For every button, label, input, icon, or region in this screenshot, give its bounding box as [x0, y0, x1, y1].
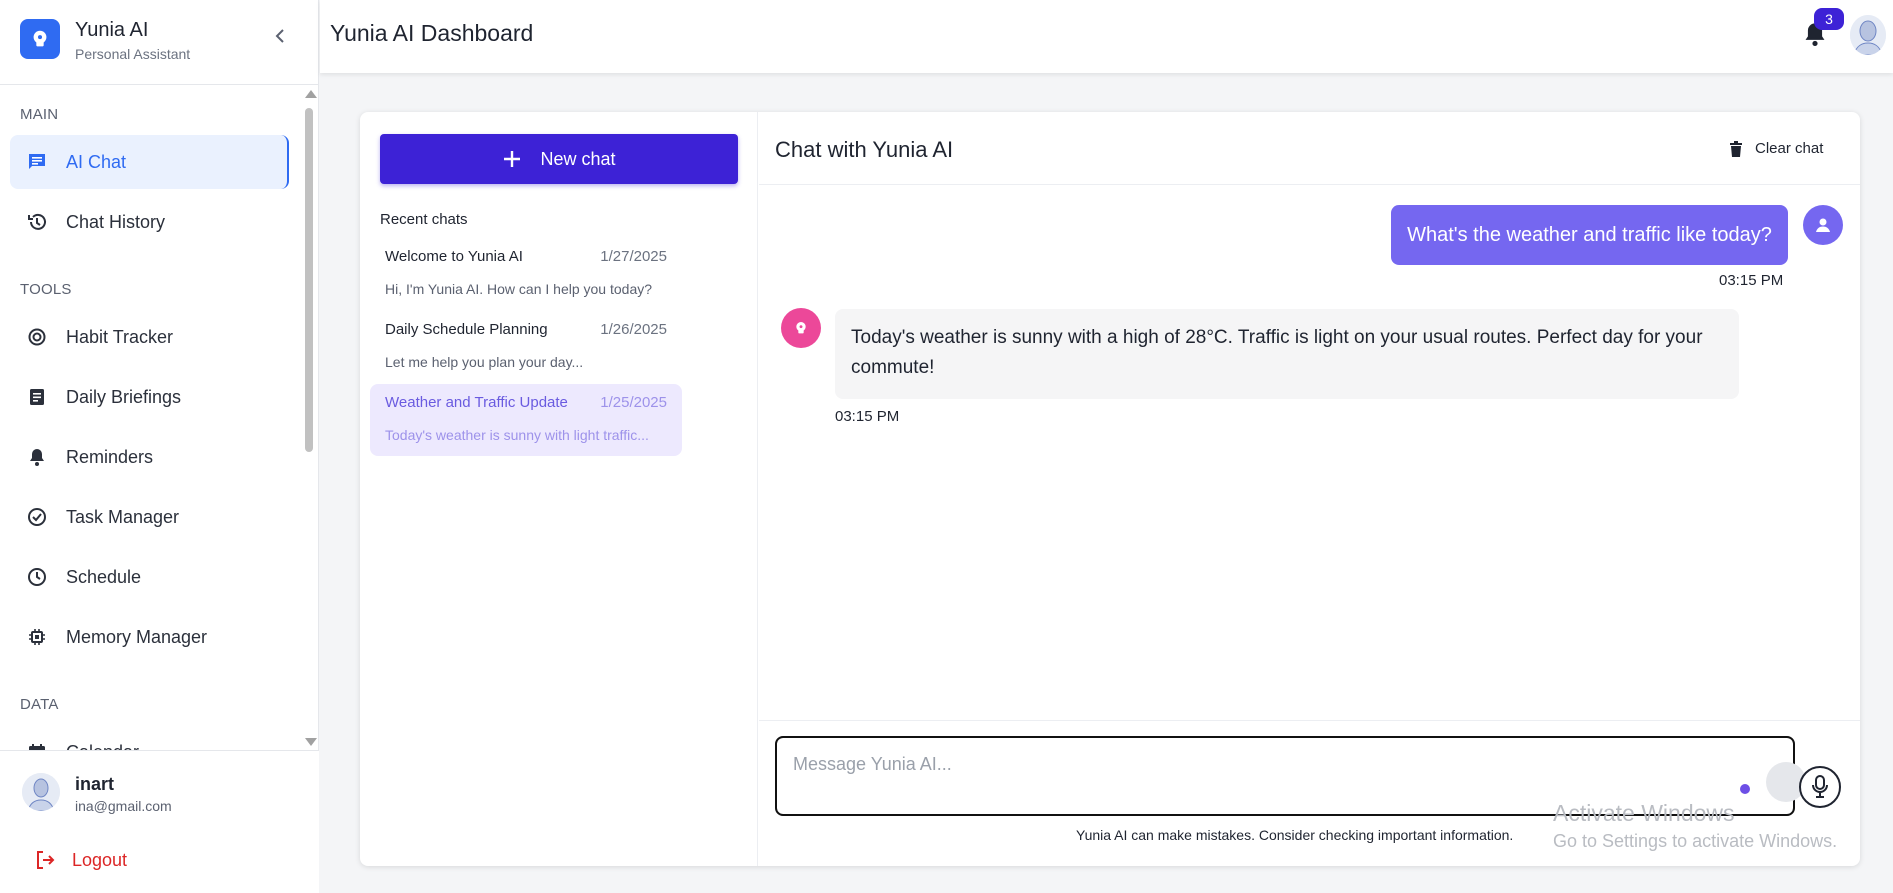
chat-item-date: 1/26/2025 — [600, 321, 667, 338]
sidebar-item-label: Memory Manager — [66, 626, 208, 647]
sidebar-item-label: Calendar — [66, 742, 139, 751]
sidebar-nav: MAIN AI Chat Chat History TOOLS Habit Tr… — [0, 86, 319, 750]
chat-card: New chat Recent chats Welcome to Yunia A… — [360, 112, 1860, 866]
chat-item-date: 1/25/2025 — [600, 394, 667, 411]
sidebar-item-label: Chat History — [66, 211, 166, 232]
disclaimer-text: Yunia AI can make mistakes. Consider che… — [1076, 827, 1514, 843]
section-title-main: MAIN — [20, 106, 59, 123]
watermark-title: Activate Windows — [1553, 800, 1735, 826]
logout-icon — [37, 851, 55, 869]
chip-icon — [26, 626, 48, 648]
brand-name: Yunia AI — [75, 19, 149, 41]
user-email: ina@gmail.com — [75, 798, 172, 814]
brand-logo-icon — [20, 19, 60, 59]
new-chat-label: New chat — [540, 148, 616, 169]
scrollbar-thumb[interactable] — [305, 108, 313, 452]
user-message-time: 03:15 PM — [1719, 272, 1784, 289]
sidebar-scrollbar[interactable] — [302, 88, 317, 748]
bell-icon — [26, 446, 48, 468]
sidebar-item-habit-tracker[interactable]: Habit Tracker — [10, 310, 289, 364]
sidebar-item-daily-briefings[interactable]: Daily Briefings — [10, 370, 289, 424]
typing-indicator — [1740, 784, 1750, 794]
sidebar-item-calendar[interactable]: Calendar — [10, 725, 289, 750]
sidebar-item-schedule[interactable]: Schedule — [10, 550, 289, 604]
notification-badge: 3 — [1814, 8, 1844, 30]
assistant-message-time: 03:15 PM — [835, 408, 900, 425]
chat-list-item-active[interactable]: Weather and Traffic Update 1/25/2025 Tod… — [370, 384, 682, 456]
calendar-icon — [26, 741, 48, 750]
recent-chats-title: Recent chats — [380, 211, 468, 228]
section-title-data: DATA — [20, 696, 59, 713]
chat-icon — [26, 151, 48, 173]
chat-item-preview: Today's weather is sunny with light traf… — [385, 427, 649, 443]
chevron-left-icon — [275, 29, 284, 43]
brand-header: Yunia AI Personal Assistant — [0, 0, 319, 85]
chat-item-preview: Hi, I'm Yunia AI. How can I help you tod… — [385, 281, 653, 297]
sidebar-item-label: Schedule — [66, 566, 142, 587]
conversation-header: Chat with Yunia AI Clear chat — [759, 112, 1860, 185]
chat-list-item[interactable]: Daily Schedule Planning 1/26/2025 Let me… — [370, 311, 682, 383]
scroll-up-icon[interactable] — [305, 90, 317, 98]
chat-list-item[interactable]: Welcome to Yunia AI 1/27/2025 Hi, I'm Yu… — [370, 238, 682, 310]
section-title-tools: TOOLS — [20, 281, 72, 298]
logout-button[interactable]: Logout — [34, 849, 127, 871]
logout-label: Logout — [72, 849, 128, 870]
user-message-bubble: What's the weather and traffic like toda… — [1391, 205, 1788, 265]
sidebar-item-label: Reminders — [66, 446, 154, 467]
page-title: Yunia AI Dashboard — [330, 20, 534, 46]
watermark-subtitle: Go to Settings to activate Windows. — [1553, 831, 1838, 851]
chat-item-title: Welcome to Yunia AI — [385, 248, 523, 265]
sidebar: Yunia AI Personal Assistant MAIN AI Chat… — [0, 0, 319, 893]
clear-chat-label: Clear chat — [1755, 140, 1824, 157]
avatar[interactable] — [1850, 15, 1886, 55]
sidebar-item-memory-manager[interactable]: Memory Manager — [10, 610, 289, 664]
clear-chat-button[interactable]: Clear chat — [1729, 140, 1823, 157]
chat-item-title: Weather and Traffic Update — [385, 394, 568, 411]
new-chat-button[interactable]: New chat — [380, 134, 738, 184]
chat-item-title: Daily Schedule Planning — [385, 321, 548, 338]
activation-watermark: Activate Windows Go to Settings to activ… — [1553, 800, 1837, 852]
chat-list-pane: New chat Recent chats Welcome to Yunia A… — [360, 112, 758, 866]
microphone-icon — [1812, 775, 1828, 798]
user-name: inart — [75, 774, 115, 794]
assistant-avatar-icon — [781, 308, 821, 348]
brand-subtitle: Personal Assistant — [75, 46, 191, 62]
conversation-pane: Chat with Yunia AI Clear chat What's the… — [759, 112, 1860, 866]
conversation-title: Chat with Yunia AI — [775, 137, 954, 162]
sidebar-item-label: Daily Briefings — [66, 386, 182, 407]
collapse-sidebar-button[interactable] — [268, 24, 292, 48]
sidebar-item-label: Task Manager — [66, 506, 180, 527]
sidebar-item-label: AI Chat — [66, 151, 127, 172]
sidebar-item-ai-chat[interactable]: AI Chat — [10, 135, 289, 189]
chat-item-date: 1/27/2025 — [600, 248, 667, 265]
avatar[interactable] — [22, 773, 60, 811]
sidebar-item-reminders[interactable]: Reminders — [10, 430, 289, 484]
document-icon — [26, 386, 48, 408]
plus-icon — [504, 151, 521, 167]
habit-icon — [26, 326, 48, 348]
user-avatar-icon — [1803, 205, 1843, 245]
top-bar: Yunia AI Dashboard 3 — [320, 0, 1893, 73]
check-circle-icon — [26, 506, 48, 528]
scroll-down-icon[interactable] — [305, 738, 317, 746]
chat-item-preview: Let me help you plan your day... — [385, 354, 584, 370]
history-icon — [26, 211, 48, 233]
sidebar-item-task-manager[interactable]: Task Manager — [10, 490, 289, 544]
clock-icon — [26, 566, 48, 588]
assistant-message-bubble: Today's weather is sunny with a high of … — [835, 309, 1739, 399]
user-profile: inart ina@gmail.com Logout — [0, 750, 319, 893]
sidebar-item-chat-history[interactable]: Chat History — [10, 195, 289, 249]
trash-icon — [1730, 140, 1742, 157]
sidebar-item-label: Habit Tracker — [66, 326, 174, 347]
